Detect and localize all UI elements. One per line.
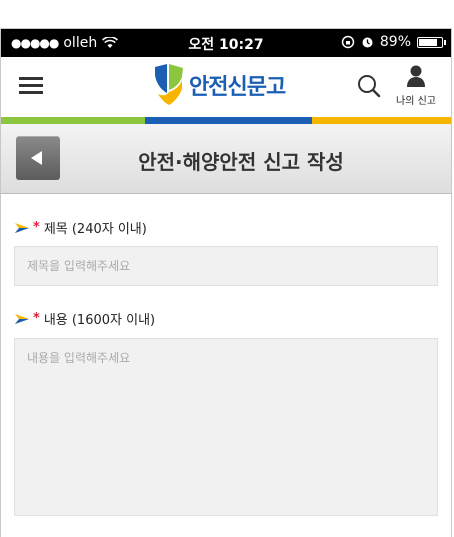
page-title-bar: 안전·해양안전 신고 작성 <box>1 124 451 194</box>
user-icon <box>407 65 425 87</box>
phone-screen: ●●●●● olleh 오전 10:27 89% 안전신문고 나의 신고 안전·… <box>0 28 452 537</box>
rotation-lock-icon <box>341 35 355 49</box>
status-bar: ●●●●● olleh 오전 10:27 89% <box>1 29 451 57</box>
my-report-label: 나의 신고 <box>396 96 436 107</box>
title-input[interactable] <box>14 246 438 286</box>
content-label-text: 내용 (1600자 이내) <box>43 313 156 328</box>
app-logo[interactable]: 안전신문고 <box>153 63 286 107</box>
search-icon[interactable] <box>356 73 382 99</box>
content-field-label: * 내용 (1600자 이내) <box>15 309 155 328</box>
hamburger-menu-icon[interactable] <box>19 77 43 95</box>
battery-percent: 89% <box>379 34 411 50</box>
shield-logo-icon <box>155 64 183 105</box>
arrow-bullet-icon <box>15 222 29 233</box>
stripe-blue <box>145 117 312 124</box>
stripe-yellow <box>311 117 451 124</box>
alarm-icon <box>362 37 373 48</box>
color-stripe <box>1 117 451 124</box>
required-mark: * <box>33 220 40 235</box>
title-label-text: 제목 (240자 이내) <box>43 222 147 237</box>
page-title: 안전·해양안전 신고 작성 <box>138 150 344 174</box>
required-mark: * <box>33 311 40 326</box>
my-report-button[interactable]: 나의 신고 <box>394 65 438 107</box>
arrow-bullet-icon <box>15 313 29 324</box>
stripe-green <box>1 117 145 124</box>
title-field-label: * 제목 (240자 이내) <box>15 218 147 237</box>
battery-icon <box>417 36 446 48</box>
content-textarea[interactable] <box>14 338 438 516</box>
logo-text: 안전신문고 <box>189 75 286 100</box>
app-header: 안전신문고 나의 신고 <box>1 57 451 117</box>
status-right: 89% <box>341 34 446 50</box>
